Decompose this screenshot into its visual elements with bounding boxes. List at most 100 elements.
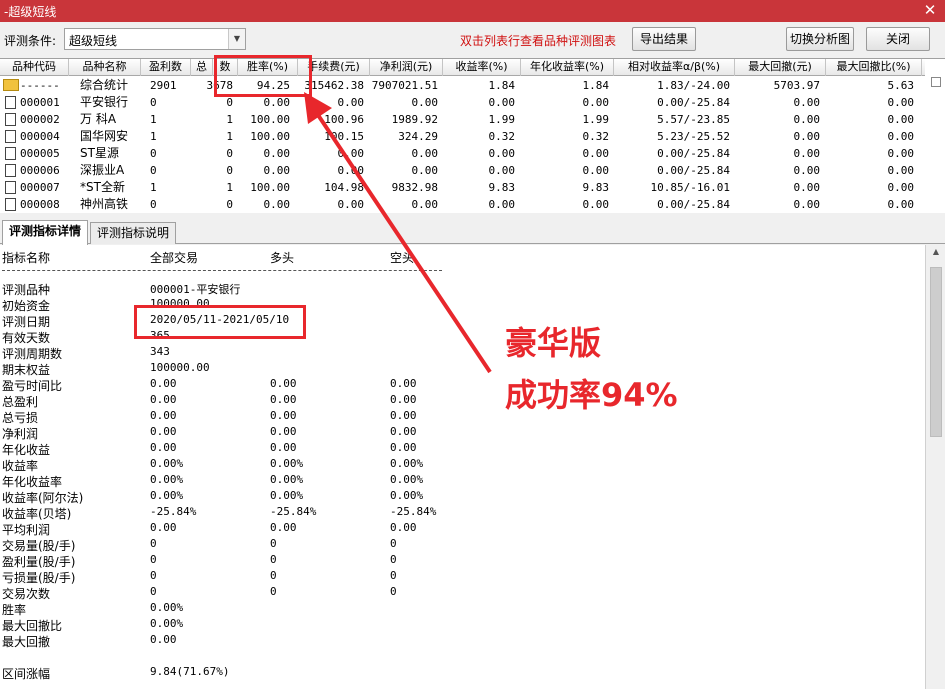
cell-dd: 0.00 [793,181,821,194]
scroll-up-icon[interactable]: ▲ [929,247,943,261]
switch-chart-button[interactable]: 切换分析图 [786,27,854,51]
detail-value-all: 0.00% [150,473,184,486]
detail-value-short: 0 [390,537,397,550]
cell-ddr: 0.00 [887,96,915,109]
tab-detail[interactable]: 评测指标详情 [2,220,88,245]
cell-win: 100.00 [250,181,290,194]
cell-dd: 0.00 [793,113,821,126]
cell-rel: 0.00/-25.84 [657,147,730,160]
detail-value-all: 0.00 [150,633,177,646]
detail-value-all: 0.00 [150,425,177,438]
tab-bar: 评测指标详情 评测指标说明 [0,220,945,245]
detail-value-short: 0.00% [390,489,424,502]
title-bar: -超级短线 ✕ [0,0,945,22]
detail-value-all: 0.00 [150,393,177,406]
column-header[interactable]: 盈利数 [141,59,191,76]
detail-value-all: 100000.00 [150,361,210,374]
detail-value-long: 0 [270,537,277,550]
detail-value-long: -25.84% [270,505,317,518]
detail-value-long: 0.00 [270,441,297,454]
detail-label: 收益率 [2,459,39,473]
cell-dd: 5703.97 [773,79,820,92]
cell-rel: 0.00/-25.84 [657,164,730,177]
detail-label: 评测日期 [2,315,51,329]
cell-ddr: 0.00 [887,198,915,211]
detail-label: 期末权益 [2,363,51,377]
close-button[interactable]: 关闭 [866,27,930,51]
detail-label: 最大回撤 [2,635,51,649]
detail-label: 年化收益率 [2,475,63,489]
detail-label: 净利润 [2,427,39,441]
cell-rel: 0.00/-25.84 [657,96,730,109]
cell-win: 100.00 [250,130,290,143]
table-row[interactable]: 000008 神州高铁 0 0 0.00 0.00 0.00 0.00 0.00 0.00/-25… [0,196,925,213]
table-row[interactable]: 000005 ST星源 0 0 0.00 0.00 0.00 0.00 0.00 0.00/-25… [0,145,925,162]
cell-rel: 1.83/-24.00 [657,79,730,92]
cell-dd: 0.00 [793,198,821,211]
column-header[interactable]: 收益率(%) [443,59,521,76]
cell-name: 综合统计 [80,78,129,92]
cell-ann: 0.00 [582,198,610,211]
detail-value-all: 0.00% [150,601,184,614]
cell-fee: 0.00 [337,147,365,160]
detail-scrollbar[interactable]: ▲ [925,245,945,689]
column-header[interactable]: 品种代码 [0,59,69,76]
detail-value-all: 0 [150,585,157,598]
cell-total: 0 [226,198,233,211]
detail-value-long: 0.00% [270,473,304,486]
detail-value-long: 0.00 [270,393,297,406]
detail-header-long: 多头 [270,251,295,265]
scroll-thumb[interactable] [930,267,942,437]
cell-total: 1 [226,181,233,194]
table-row[interactable]: 000007 *ST全新 1 1 100.00 104.98 9832.98 9.83 9.83… [0,179,925,196]
column-header[interactable]: 净利润(元) [370,59,443,76]
detail-value-short: 0.00 [390,521,417,534]
detail-label: 初始资金 [2,299,51,313]
detail-value-all: 0.00 [150,441,177,454]
column-header[interactable]: 相对收益率α/β(%) [614,59,735,76]
table-scroll-box[interactable] [931,77,941,87]
cell-ret: 1.84 [488,79,516,92]
column-header[interactable]: 最大回撤(元) [735,59,826,76]
cell-ddr: 0.00 [887,130,915,143]
detail-label: 年化收益 [2,443,51,457]
detail-value-all: 0.00% [150,457,184,470]
detail-label: 有效天数 [2,331,51,345]
cell-net: 324.29 [398,130,438,143]
table-row[interactable]: ------ 综合统计 2901 3678 94.25 315462.38 7907021.… [0,77,925,94]
results-table[interactable]: 品种代码 品种名称 盈利数总数胜率(%) 手续费(元) 净利润(元) 收益率(%) 年化收益… [0,58,945,213]
cell-profit: 1 [150,113,157,126]
table-row[interactable]: 000006 深振业A 0 0 0.00 0.00 0.00 0.00 0.00 0.00/-25… [0,162,925,179]
export-button[interactable]: 导出结果 [632,27,696,51]
table-row[interactable]: 000002 万 科A 1 1 100.00 100.96 1989.92 1.99 1.99 5… [0,111,925,128]
window-close-icon[interactable]: ✕ [921,1,939,19]
folder-icon [3,79,19,91]
document-icon [5,113,16,126]
table-row[interactable]: 000001 平安银行 0 0 0.00 0.00 0.00 0.00 0.00 0.00/-25… [0,94,925,111]
cell-dd: 0.00 [793,96,821,109]
detail-value-all: 0.00 [150,409,177,422]
cell-net: 0.00 [411,198,439,211]
cell-profit: 1 [150,130,157,143]
tab-explanation[interactable]: 评测指标说明 [90,222,176,244]
column-header[interactable]: 最大回撤比(%) [826,59,922,76]
table-row[interactable]: 000004 国华网安 1 1 100.00 100.15 324.29 0.32 0.32 5.… [0,128,925,145]
detail-value-short: -25.84% [390,505,437,518]
condition-value: 超级短线 [69,34,118,48]
cell-net: 0.00 [411,164,439,177]
cell-dd: 0.00 [793,130,821,143]
promo-line-1: 豪华版 [505,324,602,362]
column-header[interactable]: 品种名称 [69,59,141,76]
condition-select[interactable]: 超级短线 ▼ [64,28,246,50]
column-header[interactable]: 年化收益率(%) [521,59,614,76]
cell-win: 0.00 [263,164,291,177]
column-header[interactable]: 总 [191,59,213,76]
cell-name: 神州高铁 [80,197,129,211]
document-icon [5,164,16,177]
cell-code: 000007 [20,181,60,194]
detail-value-short: 0 [390,553,397,566]
detail-label: 评测品种 [2,283,51,297]
detail-label: 胜率 [2,603,27,617]
chevron-down-icon[interactable]: ▼ [228,29,245,49]
detail-value-long: 0 [270,569,277,582]
